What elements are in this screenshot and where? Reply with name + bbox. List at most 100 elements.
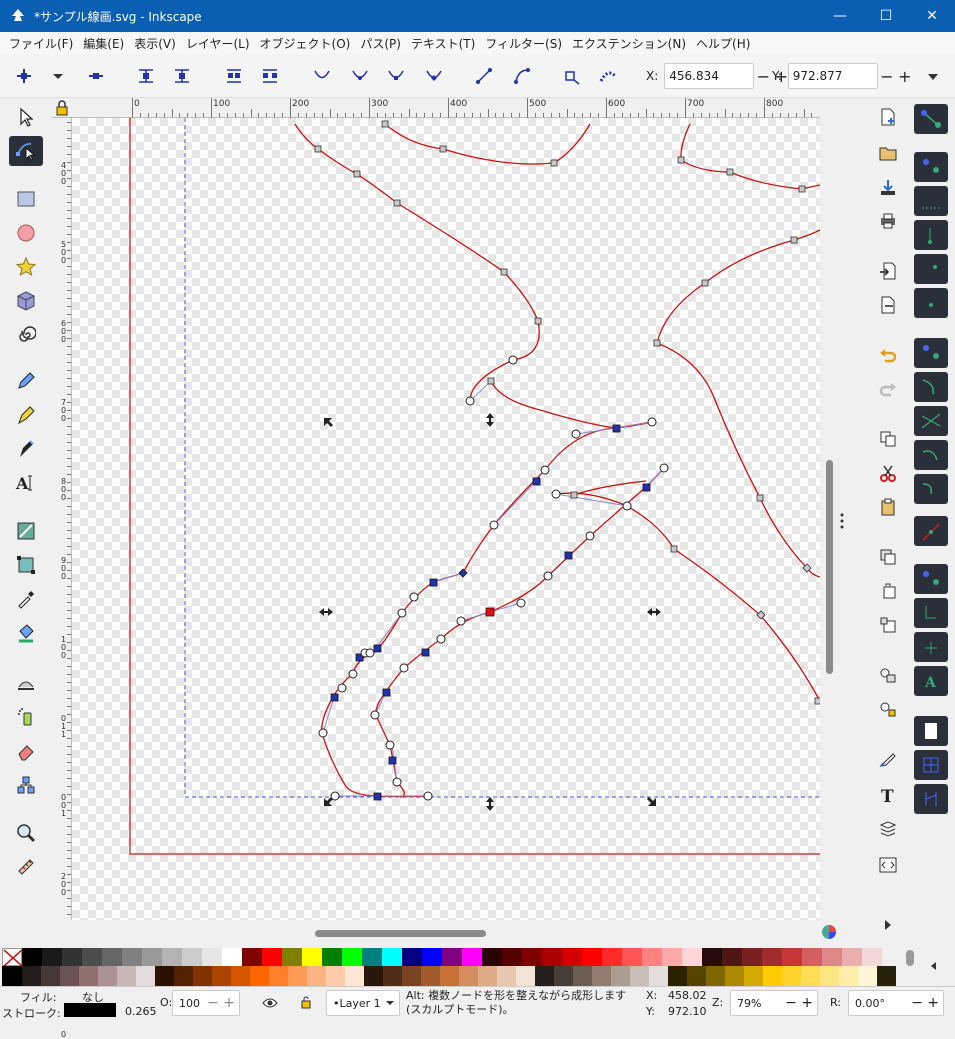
scrollbar-thumb[interactable] <box>826 460 833 674</box>
color-swatch[interactable] <box>611 966 630 986</box>
node-auto-smooth-icon[interactable] <box>424 66 444 86</box>
lock-guides-icon[interactable] <box>54 100 70 116</box>
rectangle-tool[interactable] <box>9 184 43 214</box>
color-swatch[interactable] <box>522 948 542 966</box>
color-swatch[interactable] <box>742 948 762 966</box>
color-swatch[interactable] <box>422 948 442 966</box>
node-cusp-icon[interactable] <box>312 66 332 86</box>
color-swatch[interactable] <box>822 948 842 966</box>
layers-button[interactable] <box>877 818 899 840</box>
panel-grip-icon[interactable] <box>838 512 846 530</box>
snap-guide[interactable] <box>914 784 948 814</box>
path-segment[interactable] <box>555 492 820 702</box>
color-swatch[interactable] <box>839 966 858 986</box>
color-swatch[interactable] <box>516 966 535 986</box>
color-swatch[interactable] <box>282 948 302 966</box>
color-swatch[interactable] <box>862 948 882 966</box>
color-swatch[interactable] <box>174 966 193 986</box>
color-swatch[interactable] <box>622 948 642 966</box>
pen-tool[interactable] <box>9 400 43 430</box>
color-swatch[interactable] <box>442 948 462 966</box>
color-swatch[interactable] <box>62 948 82 966</box>
snap-rotation-center[interactable] <box>914 632 948 662</box>
zoom-tool[interactable] <box>9 818 43 848</box>
color-swatch[interactable] <box>60 966 79 986</box>
color-swatch[interactable] <box>322 948 342 966</box>
color-swatch[interactable] <box>22 966 41 986</box>
color-swatch[interactable] <box>582 948 602 966</box>
unlink-clone-button[interactable] <box>877 614 899 636</box>
color-swatch[interactable] <box>269 966 288 986</box>
zoom-input[interactable]: 79% − + <box>730 990 818 1016</box>
color-swatch[interactable] <box>250 966 269 986</box>
commands-overflow-button[interactable] <box>877 914 899 936</box>
close-button[interactable]: ✕ <box>909 0 955 32</box>
color-swatch[interactable] <box>79 966 98 986</box>
object-to-path-icon[interactable] <box>562 66 582 86</box>
rotate-input[interactable]: 0.00° − + <box>848 990 944 1016</box>
menu-help[interactable]: ヘルプ(H) <box>691 35 755 52</box>
color-swatch[interactable] <box>762 948 782 966</box>
delete-node-icon[interactable] <box>86 66 106 86</box>
tweak-tool[interactable] <box>9 668 43 698</box>
color-swatch[interactable] <box>478 966 497 986</box>
color-swatch[interactable] <box>155 966 174 986</box>
color-swatch[interactable] <box>706 966 725 986</box>
color-swatch[interactable] <box>364 966 383 986</box>
color-swatch[interactable] <box>801 966 820 986</box>
color-swatch[interactable] <box>202 948 222 966</box>
active-node[interactable] <box>485 607 495 617</box>
vertical-ruler[interactable]: 4005006007008009001000110012001300 <box>52 118 72 1039</box>
snap-cusp[interactable] <box>914 474 948 504</box>
snap-toggle[interactable] <box>914 104 948 134</box>
copy-button[interactable] <box>877 428 899 450</box>
snap-bbox-edge[interactable] <box>914 186 948 216</box>
color-swatch[interactable] <box>212 966 231 986</box>
path-nodes[interactable] <box>314 120 820 705</box>
join-nodes-icon[interactable] <box>136 66 156 86</box>
color-swatch[interactable] <box>102 948 122 966</box>
snap-nodes[interactable] <box>914 338 948 368</box>
text-font-button[interactable]: T <box>877 784 899 806</box>
x-decrement-button[interactable]: − <box>754 67 772 86</box>
color-swatch[interactable] <box>722 948 742 966</box>
color-swatch[interactable] <box>231 966 250 986</box>
insert-node-menu-icon[interactable] <box>48 66 68 86</box>
snap-object-center[interactable] <box>914 598 948 628</box>
snap-bbox[interactable] <box>914 152 948 182</box>
path-segment[interactable] <box>680 123 820 190</box>
color-swatch[interactable] <box>459 966 478 986</box>
color-swatch[interactable] <box>362 948 382 966</box>
color-swatch[interactable] <box>242 948 262 966</box>
break-path-icon[interactable] <box>172 66 192 86</box>
color-swatch[interactable] <box>222 948 242 966</box>
color-swatch[interactable] <box>22 948 42 966</box>
layer-selector[interactable]: •Layer 1 <box>326 990 400 1016</box>
color-swatch[interactable] <box>842 948 862 966</box>
snap-midpoint[interactable] <box>914 254 948 284</box>
color-swatch[interactable] <box>858 966 877 986</box>
snap-others[interactable] <box>914 564 948 594</box>
color-swatch[interactable] <box>162 948 182 966</box>
color-swatch[interactable] <box>573 966 592 986</box>
selector-tool[interactable] <box>9 102 43 132</box>
scrollbar-thumb[interactable] <box>315 930 486 937</box>
menu-extensions[interactable]: エクステンション(N) <box>567 35 691 52</box>
fill-stroke-button[interactable] <box>877 748 899 770</box>
cut-button[interactable] <box>877 462 899 484</box>
path-segment[interactable] <box>656 229 820 578</box>
print-button[interactable] <box>877 210 899 232</box>
drawing-svg[interactable] <box>72 118 820 920</box>
color-swatch[interactable] <box>668 966 687 986</box>
lock-icon[interactable] <box>300 995 312 1009</box>
snap-page-border[interactable] <box>914 716 948 746</box>
join-segment-icon[interactable] <box>224 66 244 86</box>
menu-edit[interactable]: 編集(E) <box>78 35 129 52</box>
drawing-canvas[interactable] <box>72 118 820 920</box>
snap-bbox-corner[interactable] <box>914 220 948 250</box>
color-swatch[interactable] <box>642 948 662 966</box>
path-segment[interactable] <box>384 123 591 165</box>
color-swatch[interactable] <box>382 948 402 966</box>
clone-button[interactable] <box>877 580 899 602</box>
horizontal-ruler[interactable]: 0 100 200 300 400 500 600 700 800 <box>52 98 820 118</box>
